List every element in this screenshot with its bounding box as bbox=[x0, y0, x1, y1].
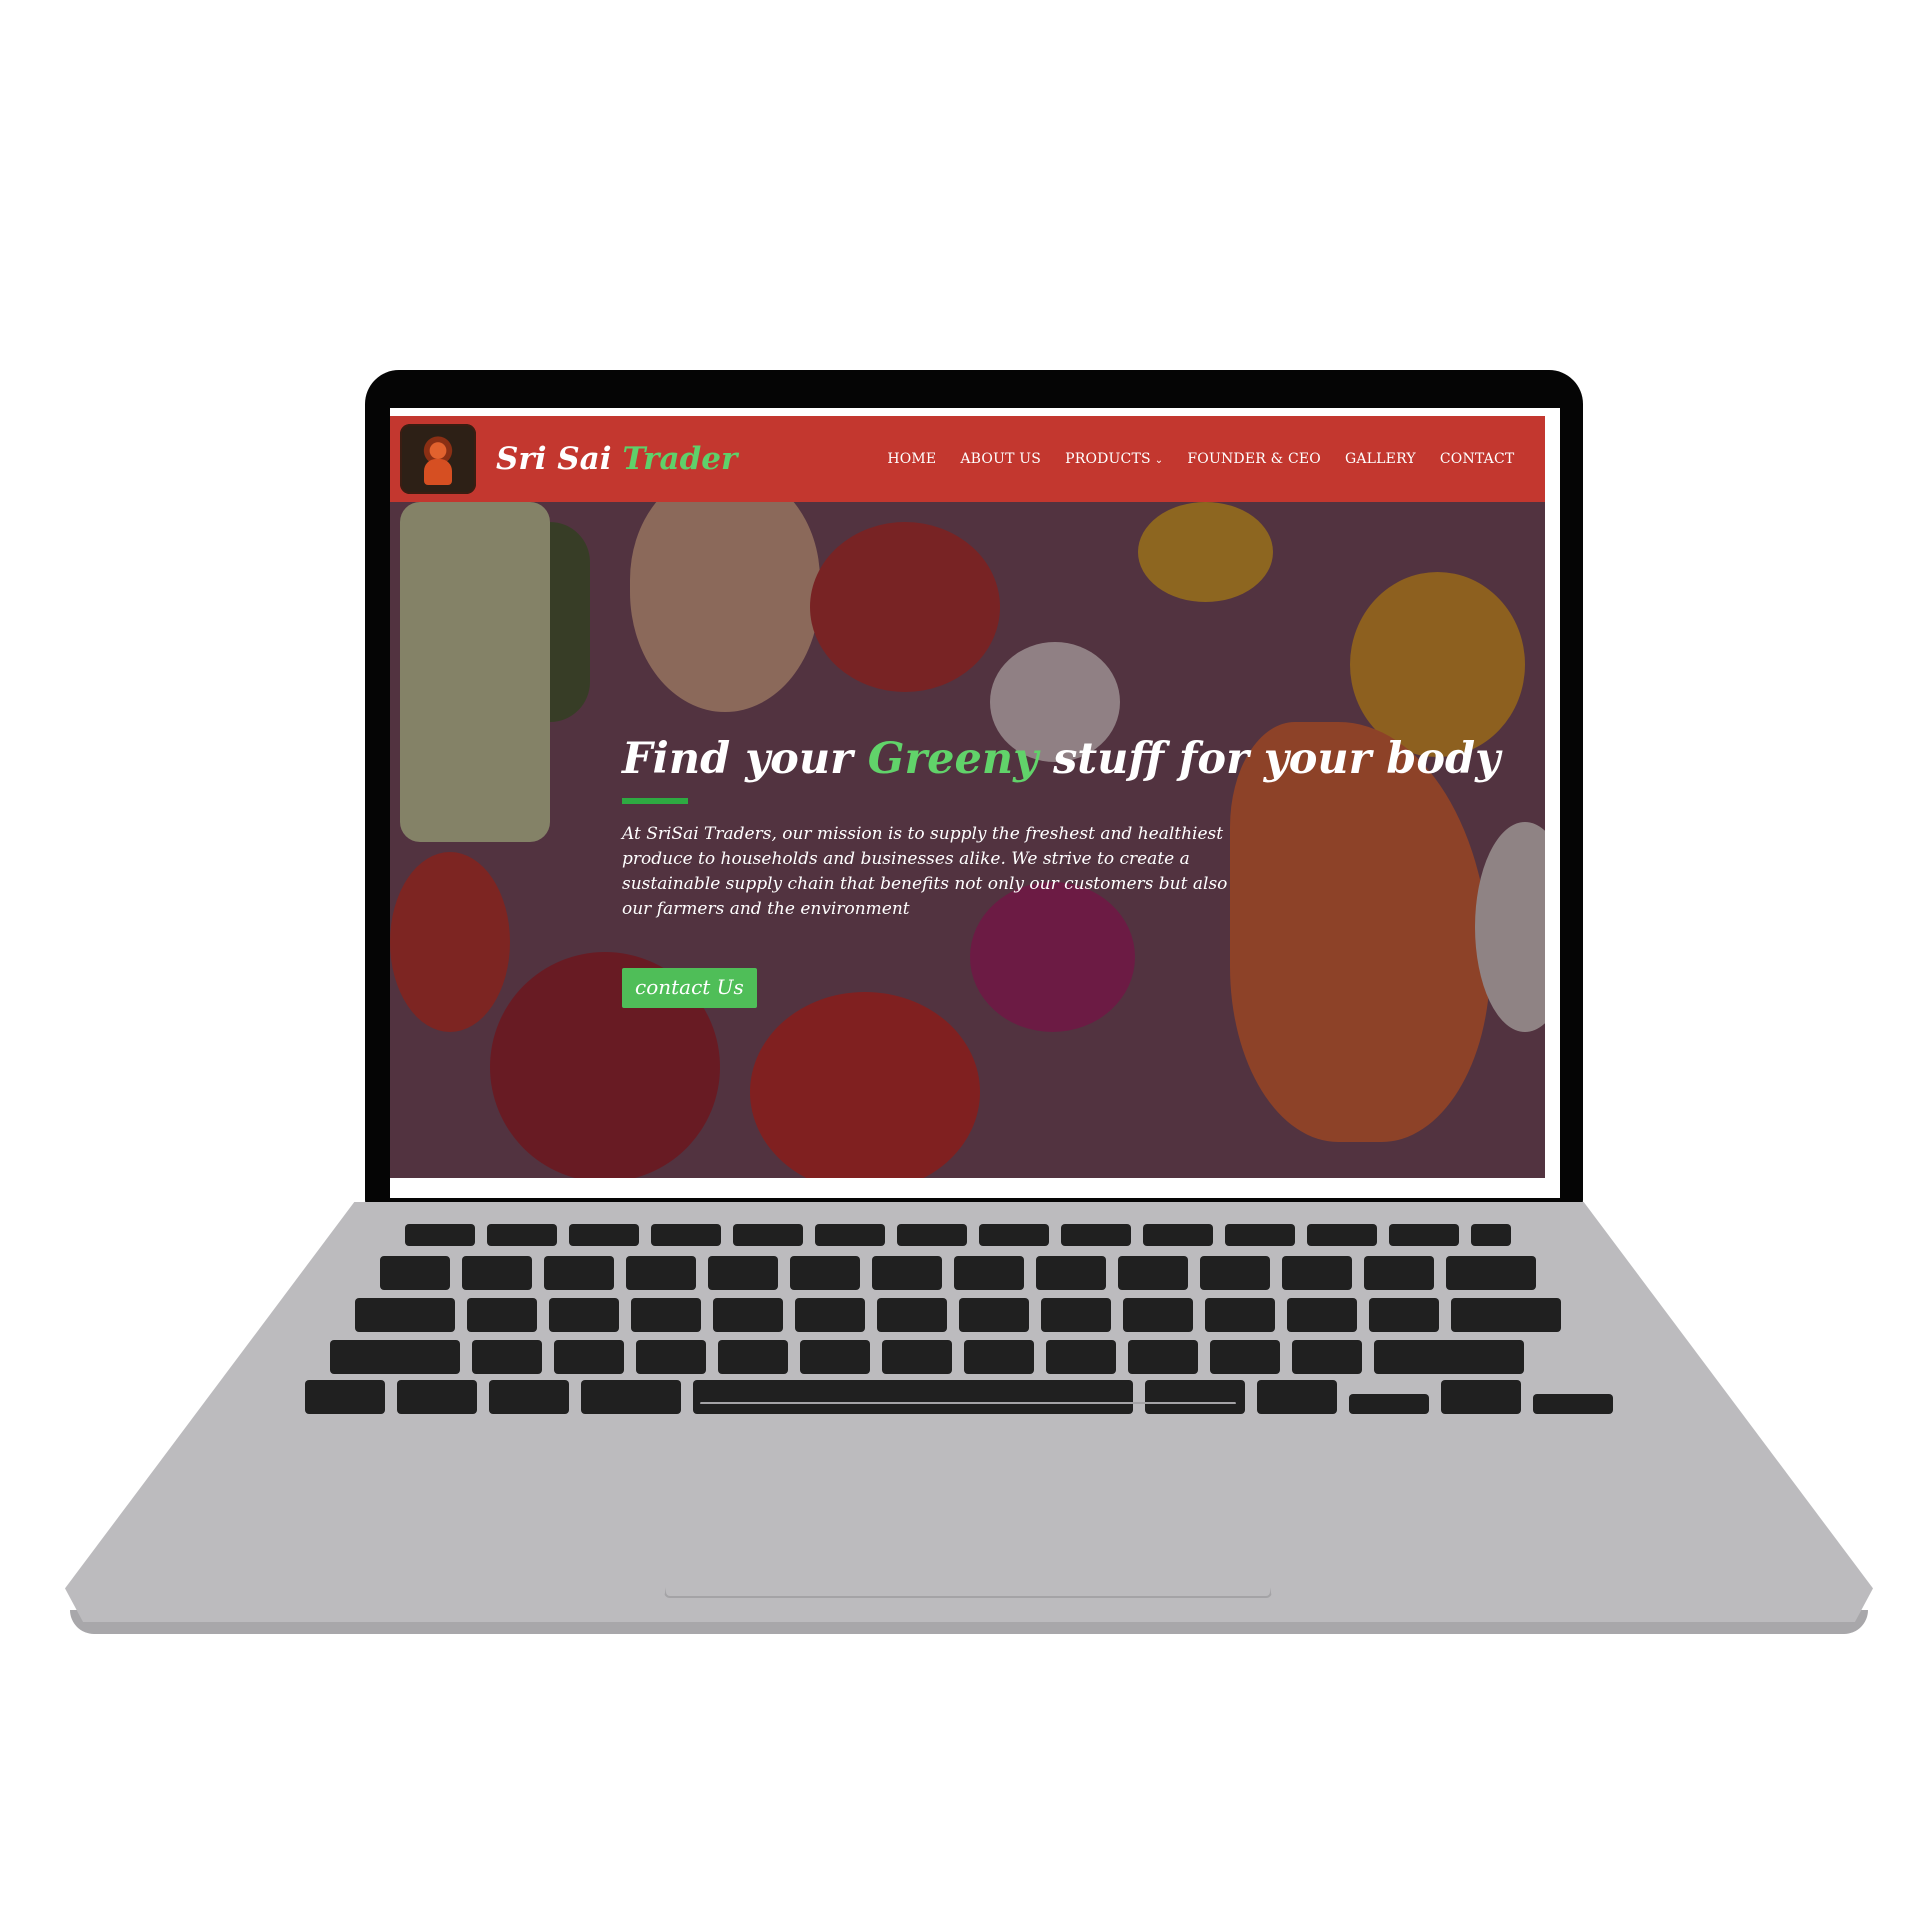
key bbox=[1349, 1394, 1429, 1414]
laptop-mockup: Sri Sai Trader HOME ABOUT US PRODUCTS ⌄ F… bbox=[0, 0, 1920, 1920]
hero-title: Find your Greeny stuff for your body bbox=[622, 734, 1500, 784]
key bbox=[1225, 1224, 1295, 1246]
key bbox=[1041, 1298, 1111, 1332]
key bbox=[882, 1340, 952, 1374]
laptop-screen: Sri Sai Trader HOME ABOUT US PRODUCTS ⌄ F… bbox=[390, 408, 1560, 1198]
key bbox=[897, 1224, 967, 1246]
key bbox=[1451, 1298, 1561, 1332]
key bbox=[877, 1298, 947, 1332]
key bbox=[549, 1298, 619, 1332]
logo-icon[interactable] bbox=[400, 424, 476, 494]
key bbox=[330, 1340, 460, 1374]
key bbox=[651, 1224, 721, 1246]
key bbox=[462, 1256, 532, 1290]
chevron-down-icon: ⌄ bbox=[1154, 455, 1164, 466]
key bbox=[1036, 1256, 1106, 1290]
key bbox=[1143, 1224, 1213, 1246]
nav-products[interactable]: PRODUCTS ⌄ bbox=[1065, 451, 1163, 467]
keyboard-row-2 bbox=[380, 1256, 1536, 1290]
brand-name[interactable]: Sri Sai Trader bbox=[496, 441, 737, 477]
key bbox=[1200, 1256, 1270, 1290]
key bbox=[1446, 1256, 1536, 1290]
key bbox=[305, 1380, 385, 1414]
key bbox=[1364, 1256, 1434, 1290]
key bbox=[1389, 1224, 1459, 1246]
key bbox=[1046, 1340, 1116, 1374]
key bbox=[544, 1256, 614, 1290]
key bbox=[979, 1224, 1049, 1246]
nav-home[interactable]: HOME bbox=[887, 451, 936, 467]
key bbox=[1287, 1298, 1357, 1332]
contact-us-button[interactable]: contact Us bbox=[622, 968, 757, 1008]
site-header: Sri Sai Trader HOME ABOUT US PRODUCTS ⌄ F… bbox=[390, 416, 1545, 502]
key bbox=[1374, 1340, 1524, 1374]
key bbox=[467, 1298, 537, 1332]
key bbox=[636, 1340, 706, 1374]
key bbox=[405, 1224, 475, 1246]
key bbox=[733, 1224, 803, 1246]
hero-content: Find your Greeny stuff for your body At … bbox=[622, 734, 1500, 1008]
key bbox=[964, 1340, 1034, 1374]
hero-title-accent: Greeny bbox=[867, 734, 1039, 784]
key bbox=[1292, 1340, 1362, 1374]
key bbox=[800, 1340, 870, 1374]
key bbox=[1282, 1256, 1352, 1290]
key bbox=[1123, 1298, 1193, 1332]
key bbox=[569, 1224, 639, 1246]
key bbox=[1061, 1224, 1131, 1246]
hero-title-end: stuff for your body bbox=[1053, 734, 1501, 784]
nav-gallery[interactable]: GALLERY bbox=[1345, 451, 1416, 467]
hero-description: At SriSai Traders, our mission is to sup… bbox=[622, 824, 1228, 919]
key bbox=[1210, 1340, 1280, 1374]
keyboard-row-1 bbox=[405, 1224, 1511, 1246]
key bbox=[487, 1224, 557, 1246]
key bbox=[581, 1380, 681, 1414]
key bbox=[1471, 1224, 1511, 1246]
key bbox=[1369, 1298, 1439, 1332]
key bbox=[1257, 1380, 1337, 1414]
key bbox=[1307, 1224, 1377, 1246]
key bbox=[554, 1340, 624, 1374]
key bbox=[790, 1256, 860, 1290]
key bbox=[959, 1298, 1029, 1332]
key bbox=[355, 1298, 455, 1332]
key bbox=[1128, 1340, 1198, 1374]
keyboard-row-3 bbox=[355, 1298, 1561, 1332]
key bbox=[815, 1224, 885, 1246]
key bbox=[397, 1380, 477, 1414]
brand-name-primary: Sri Sai bbox=[496, 441, 612, 477]
brand-name-accent: Trader bbox=[622, 441, 738, 477]
key bbox=[472, 1340, 542, 1374]
key bbox=[713, 1298, 783, 1332]
main-navigation: HOME ABOUT US PRODUCTS ⌄ FOUNDER & CEO GA… bbox=[887, 451, 1514, 467]
key bbox=[1118, 1256, 1188, 1290]
nav-founder-ceo[interactable]: FOUNDER & CEO bbox=[1187, 451, 1321, 467]
key bbox=[626, 1256, 696, 1290]
keyboard-row-4 bbox=[330, 1340, 1524, 1374]
key bbox=[489, 1380, 569, 1414]
key bbox=[872, 1256, 942, 1290]
key bbox=[954, 1256, 1024, 1290]
nav-products-label: PRODUCTS bbox=[1065, 451, 1151, 467]
title-underline bbox=[622, 798, 688, 804]
key bbox=[380, 1256, 450, 1290]
keyboard bbox=[300, 1220, 1650, 1414]
trackpad bbox=[664, 1402, 1272, 1598]
key bbox=[795, 1298, 865, 1332]
key bbox=[718, 1340, 788, 1374]
key bbox=[708, 1256, 778, 1290]
key bbox=[1441, 1380, 1521, 1414]
hero-section: Find your Greeny stuff for your body At … bbox=[390, 502, 1545, 1178]
hero-title-start: Find your bbox=[622, 734, 853, 784]
key bbox=[1205, 1298, 1275, 1332]
key bbox=[1533, 1394, 1613, 1414]
nav-about-us[interactable]: ABOUT US bbox=[960, 451, 1041, 467]
key bbox=[631, 1298, 701, 1332]
nav-contact[interactable]: CONTACT bbox=[1440, 451, 1515, 467]
